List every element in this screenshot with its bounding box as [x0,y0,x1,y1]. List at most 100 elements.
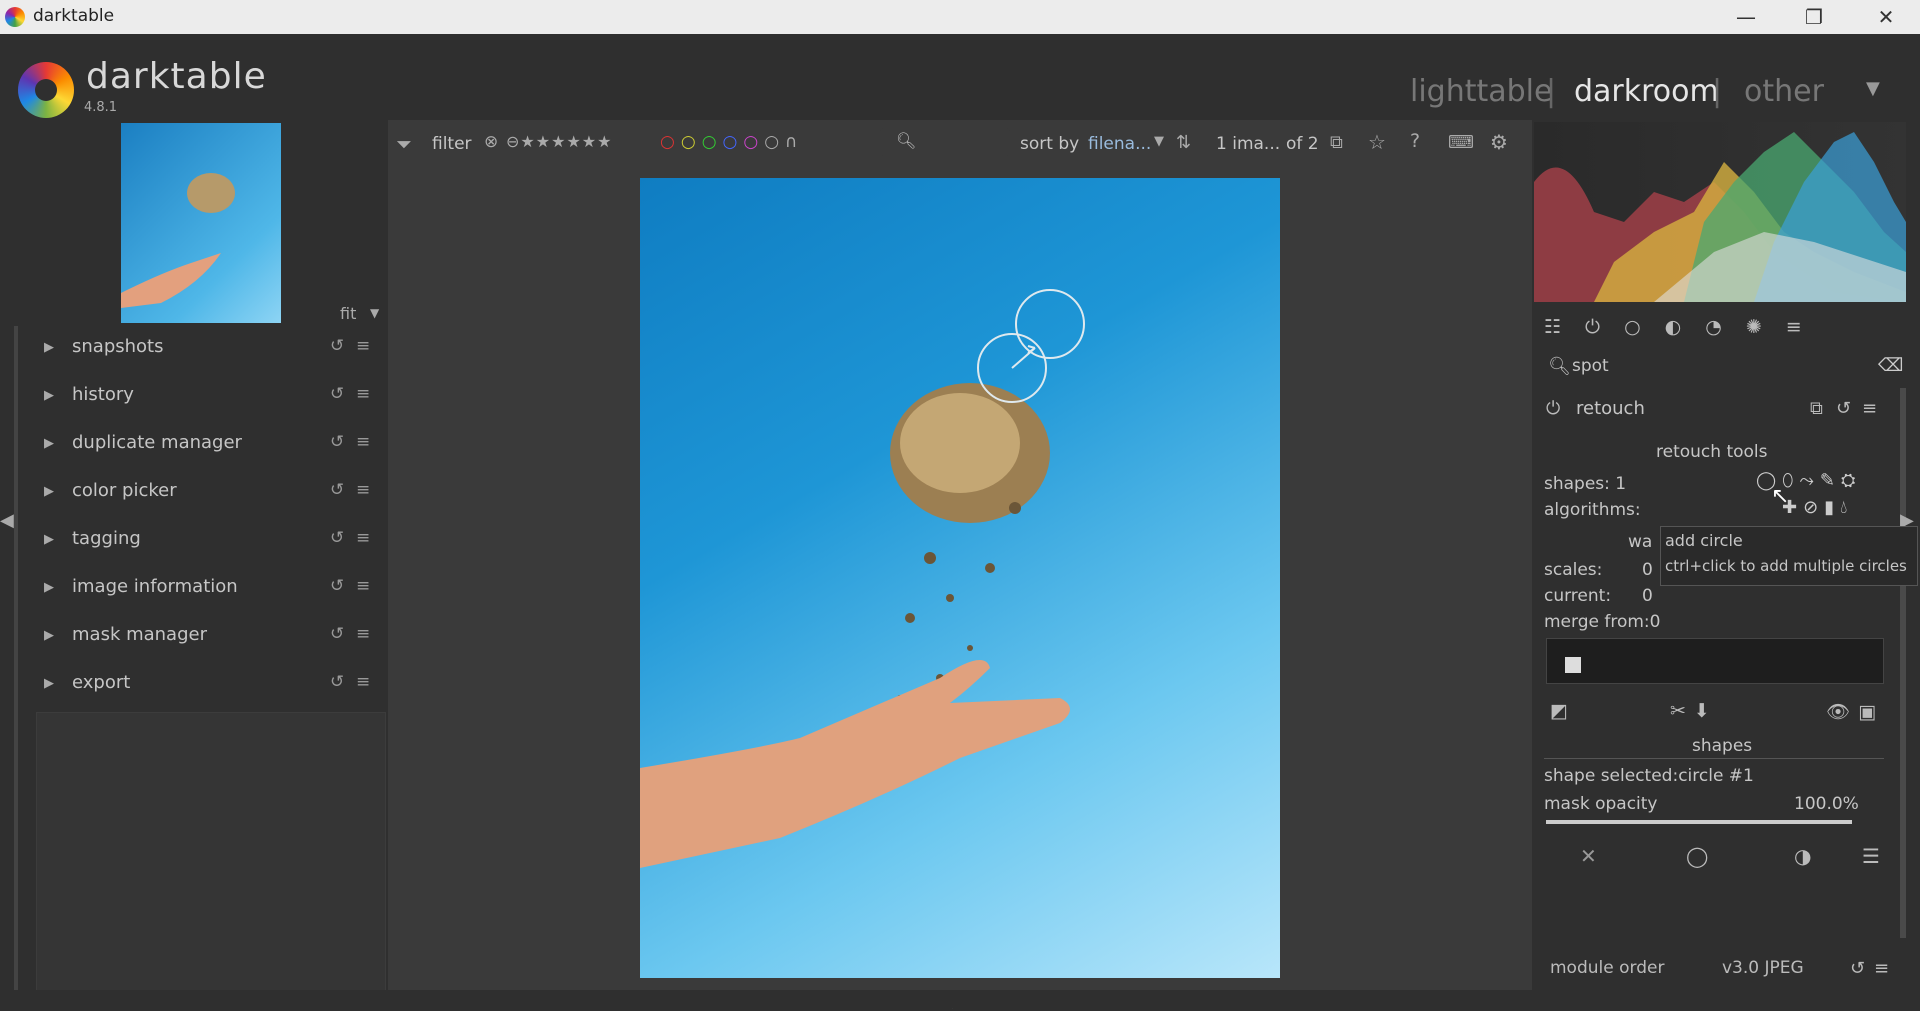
expand-icon[interactable]: ▶ [44,484,54,499]
view-lighttable[interactable]: lighttable [1410,74,1552,109]
clone-icon[interactable]: ⊘ [1803,497,1824,518]
presets-icon[interactable]: ≡ [356,336,370,356]
overlay-star-icon[interactable]: ☆ [1368,130,1386,154]
main-photo[interactable] [640,178,1280,978]
wavelet-scales-bar[interactable] [1546,638,1884,684]
expand-icon[interactable]: ▶ [44,676,54,691]
keyboard-shortcuts-icon[interactable]: ⌨ [1448,132,1474,153]
blend-options-icon[interactable]: ☰ [1862,844,1880,868]
expand-icon[interactable]: ▶ [44,580,54,595]
algorithm-tools[interactable]: ✚⊘▮💧︎ [1782,497,1853,518]
view-other[interactable]: other [1744,74,1824,109]
retouch-actions-right[interactable]: 👁︎▣ [1826,700,1884,723]
sort-order-icon[interactable]: ⇅ [1176,132,1191,153]
reset-icon[interactable]: ↺ [330,528,344,548]
sort-dropdown-icon[interactable]: ▼ [1154,134,1164,149]
color-label-filter[interactable]: ○○○○○○∩ [660,132,804,152]
clear-search-icon[interactable]: ⌫ [1878,355,1903,376]
presets-icon[interactable]: ≡ [356,528,370,548]
color-group-icon[interactable]: ◐ [1665,316,1706,338]
preferences-gear-icon[interactable]: ⚙ [1490,130,1508,154]
module-snapshots[interactable]: ▶ snapshots ↺ ≡ [36,326,386,372]
heal-icon[interactable]: ✚ [1782,497,1803,518]
module-history[interactable]: ▶ history ↺ ≡ [36,374,386,420]
multi-instance-icon[interactable]: ⧉ [1810,398,1823,419]
module-order-reset-icon[interactable]: ↺ [1850,958,1865,979]
close-window-button[interactable]: ✕ [1856,0,1916,34]
cut-icon[interactable]: ✂ [1670,700,1694,722]
base-group-icon[interactable]: ○ [1624,316,1665,338]
brush-shape-icon[interactable]: ✎ [1820,470,1841,491]
histogram[interactable] [1534,122,1906,302]
module-color-picker[interactable]: ▶ color picker ↺ ≡ [36,470,386,516]
navigation-thumbnail[interactable] [121,123,281,323]
module-order-presets-icon[interactable]: ≡ [1874,958,1889,979]
mask-off-icon[interactable]: ✕ [1580,844,1597,868]
reset-icon[interactable]: ↺ [330,336,344,356]
retouch-module-header[interactable]: ⏻ retouch ⧉ ↺ ≡ [1544,394,1904,428]
scale-marker[interactable] [1565,657,1581,673]
uniform-mask-icon[interactable]: ◯ [1686,844,1708,868]
minimize-button[interactable]: — [1716,0,1776,34]
module-reset-icon[interactable]: ↺ [1836,398,1851,419]
filter-icon[interactable]: ⏷ [396,132,412,156]
expand-icon[interactable]: ▶ [44,628,54,643]
module-order-value[interactable]: v3.0 JPEG [1722,958,1804,978]
sort-by-value[interactable]: filena... [1088,134,1151,154]
expand-icon[interactable]: ▶ [44,532,54,547]
zoom-fit-label[interactable]: fit [340,304,356,323]
active-modules-icon[interactable]: ⏻ [1585,316,1624,338]
group-presets-icon[interactable]: ≡ [1786,316,1826,338]
grouping-icon[interactable]: ⧉ [1330,132,1343,153]
presets-icon[interactable]: ≡ [356,672,370,692]
module-tagging[interactable]: ▶ tagging ↺ ≡ [36,518,386,564]
collapse-left-arrow-icon[interactable]: ◀ [0,510,14,531]
reject-icon[interactable]: ⊗ [484,132,498,152]
module-image-information[interactable]: ▶ image information ↺ ≡ [36,566,386,612]
paste-icon[interactable]: ⬇ [1694,700,1718,722]
left-scrollbar[interactable] [14,326,18,990]
effect-group-icon[interactable]: ✺ [1746,316,1786,338]
views-dropdown-icon[interactable]: ▼ [1866,78,1880,99]
fill-icon[interactable]: ▮ [1824,497,1840,518]
quick-access-icon[interactable]: ☷ [1544,316,1585,338]
visibility-icon[interactable]: 👁︎ [1826,701,1858,723]
presets-icon[interactable]: ≡ [356,384,370,404]
restore-button[interactable]: ❐ [1784,0,1844,34]
show-shapes-icon[interactable]: ⛭ [1841,470,1861,491]
path-shape-icon[interactable]: ⤳ [1799,470,1819,491]
star-rating-filter[interactable]: ⊖★★★★★★ [506,132,612,151]
correct-group-icon[interactable]: ◔ [1705,316,1746,338]
module-mask-manager[interactable]: ▶ mask manager ↺ ≡ [36,614,386,660]
retouch-actions-mid[interactable]: ✂⬇ [1670,700,1718,722]
search-input[interactable]: 🔍︎ [880,128,1010,156]
expand-icon[interactable]: ▶ [44,340,54,355]
filter-label[interactable]: filter [432,134,472,154]
reset-icon[interactable]: ↺ [330,672,344,692]
reset-icon[interactable]: ↺ [330,432,344,452]
mask-opacity-slider[interactable] [1546,820,1852,824]
help-icon[interactable]: ? [1410,130,1420,152]
reset-icon[interactable]: ↺ [330,384,344,404]
retouch-actions-left[interactable]: ◩ [1550,700,1576,722]
module-search-box[interactable]: 🔍︎ spot ⌫ [1544,352,1904,382]
module-power-icon[interactable]: ⏻ [1546,398,1560,419]
right-scrollbar[interactable] [1900,388,1906,938]
reset-icon[interactable]: ↺ [330,624,344,644]
presets-icon[interactable]: ≡ [356,624,370,644]
presets-icon[interactable]: ≡ [356,432,370,452]
drawn-mask-icon[interactable]: ◑ [1794,844,1811,868]
module-duplicate-manager[interactable]: ▶ duplicate manager ↺ ≡ [36,422,386,468]
expand-icon[interactable]: ▶ [44,436,54,451]
module-presets-icon[interactable]: ≡ [1862,398,1877,419]
zoom-dropdown-icon[interactable]: ▼ [370,306,379,320]
presets-icon[interactable]: ≡ [356,576,370,596]
module-groups-bar[interactable]: ☷⏻○◐◔✺≡ [1544,316,1826,338]
reset-icon[interactable]: ↺ [330,480,344,500]
presets-icon[interactable]: ≡ [356,480,370,500]
expand-icon[interactable]: ▶ [44,388,54,403]
view-darkroom[interactable]: darkroom [1574,74,1719,109]
display-wavelet-icon[interactable]: ◩ [1550,700,1576,722]
blur-icon[interactable]: 💧︎ [1840,497,1853,518]
preview-icon[interactable]: ▣ [1858,701,1884,723]
